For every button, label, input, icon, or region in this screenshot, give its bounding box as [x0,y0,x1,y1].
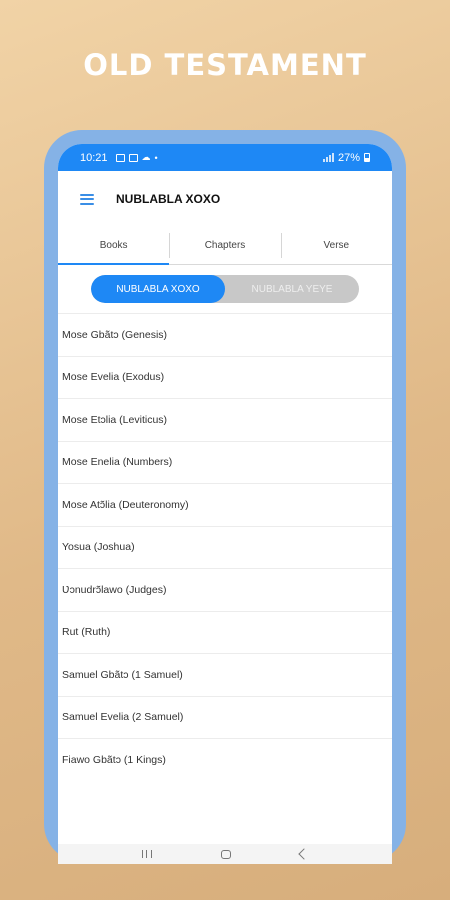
list-item[interactable]: Ʋɔnudrɔ̃lawo (Judges) [58,569,392,612]
cloud-icon: ☁ [141,152,151,162]
segment-old-testament[interactable]: NUBLABLA XOXO [91,275,225,303]
home-icon[interactable] [220,849,231,859]
list-item[interactable]: Samuel Evelia (2 Samuel) [58,697,392,739]
battery-icon [364,153,370,162]
list-item[interactable]: Rut (Ruth) [58,612,392,654]
phone-frame: 10:21 ☁ • 27% NUBLABLA XOXO Books Chapte… [44,130,406,864]
list-item[interactable]: Mose Etɔlia (Leviticus) [58,399,392,442]
phone-screen: 10:21 ☁ • 27% NUBLABLA XOXO Books Chapte… [58,144,392,864]
status-time: 10:21 [80,151,108,164]
list-item[interactable]: Yosua (Joshua) [58,527,392,569]
list-item[interactable]: Fiawo Gbãtɔ (1 Kings) [58,739,392,782]
signal-icon [322,153,334,162]
status-bar: 10:21 ☁ • 27% [58,144,392,171]
list-item[interactable]: Mose Atɔ̃lia (Deuteronomy) [58,484,392,527]
tab-bar: Books Chapters Verse [58,227,392,265]
app-title: NUBLABLA XOXO [116,192,221,206]
testament-toggle: NUBLABLA XOXO NUBLABLA YEYE [91,275,359,303]
back-icon[interactable] [297,848,310,860]
s-icon [128,153,138,162]
tab-chapters[interactable]: Chapters [169,227,280,264]
hamburger-menu-icon[interactable] [80,193,94,205]
segment-new-testament[interactable]: NUBLABLA YEYE [225,275,359,303]
list-item[interactable]: Mose Gbãtɔ (Genesis) [58,314,392,357]
app-bar: NUBLABLA XOXO [58,171,392,227]
system-nav-bar [58,844,392,864]
list-item[interactable]: Mose Evelia (Exodus) [58,357,392,399]
image-icon [115,153,125,162]
battery-percent: 27% [337,151,360,164]
book-list: Mose Gbãtɔ (Genesis) Mose Evelia (Exodus… [58,313,392,782]
recent-apps-icon[interactable] [142,850,153,858]
page-headline: OLD TESTAMENT [83,48,367,82]
dot-icon: • [154,152,158,163]
list-item[interactable]: Samuel Gbãtɔ (1 Samuel) [58,654,392,697]
list-item[interactable]: Mose Enelia (Numbers) [58,442,392,484]
tab-books[interactable]: Books [58,227,170,265]
tab-verse[interactable]: Verse [280,227,392,264]
